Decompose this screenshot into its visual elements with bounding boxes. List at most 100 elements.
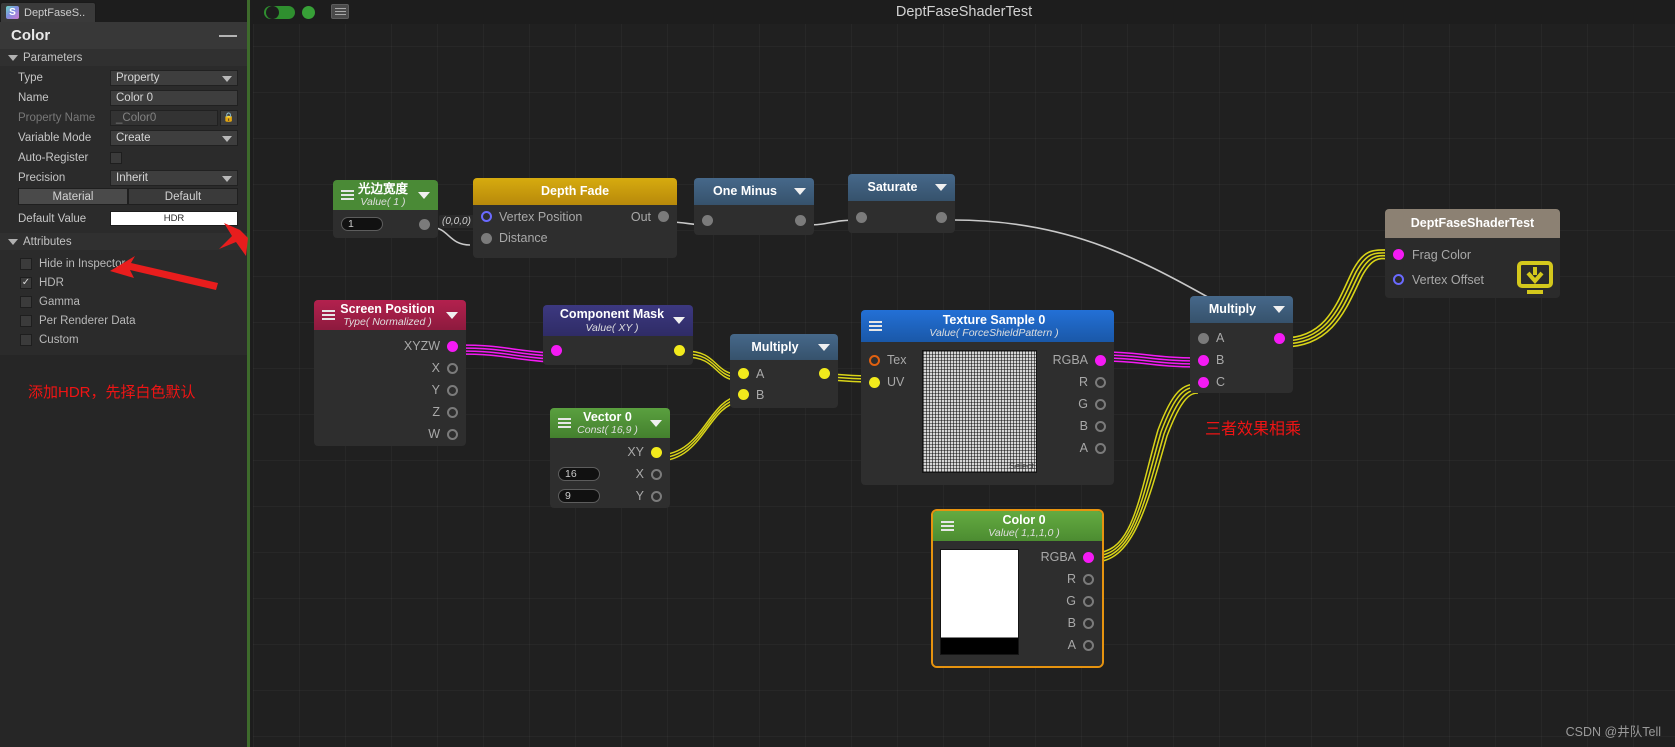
attr-gamma[interactable]: Gamma <box>0 292 247 311</box>
output-port-r[interactable] <box>1083 573 1094 585</box>
node-header[interactable]: Saturate <box>848 174 955 201</box>
chevron-down-icon[interactable] <box>794 188 806 195</box>
node-header[interactable]: Screen Position Type( Normalized ) <box>314 300 466 330</box>
output-port-w[interactable] <box>447 428 458 440</box>
chevron-down-icon[interactable] <box>673 317 685 324</box>
input-port-b[interactable] <box>1198 354 1209 366</box>
node-header[interactable]: Depth Fade <box>473 178 677 205</box>
node-screen-position[interactable]: Screen Position Type( Normalized ) XYZW … <box>314 300 466 446</box>
node-header[interactable]: Multiply <box>730 334 838 360</box>
hamburger-icon[interactable] <box>341 190 354 200</box>
input-port-frag-color[interactable] <box>1393 249 1404 260</box>
node-header[interactable]: Texture Sample 0 Value( ForceShieldPatte… <box>861 310 1114 342</box>
output-port-rgba[interactable] <box>1083 551 1094 563</box>
name-input[interactable]: Color 0 <box>110 89 238 106</box>
attr-hdr[interactable]: ✓ HDR <box>0 273 247 292</box>
type-dropdown[interactable]: Property <box>110 69 238 86</box>
attr-hide-in-inspector[interactable]: Hide in Inspector <box>0 254 247 273</box>
output-port-out[interactable] <box>658 211 669 222</box>
hamburger-icon[interactable] <box>558 418 571 428</box>
output-port-xy[interactable] <box>651 446 662 458</box>
chevron-down-icon[interactable] <box>446 311 458 319</box>
node-header[interactable]: Vector 0 Const( 16,9 ) <box>550 408 670 438</box>
lock-icon[interactable]: 🔒 <box>220 109 238 126</box>
per-renderer-data-checkbox[interactable] <box>20 314 32 327</box>
output-port[interactable] <box>795 214 806 226</box>
vector-x-input[interactable]: 16 <box>558 467 600 481</box>
node-master-deptfaseshadertest[interactable]: DeptFaseShaderTest Frag Color Vertex Off… <box>1385 209 1560 298</box>
node-header[interactable]: 光边宽度 Value( 1 ) <box>333 180 438 210</box>
input-port-c[interactable] <box>1198 376 1209 388</box>
input-port-uv[interactable] <box>869 376 880 388</box>
output-port-r[interactable] <box>1095 376 1106 388</box>
hamburger-icon[interactable] <box>322 310 335 320</box>
input-port[interactable] <box>856 211 867 223</box>
value-input[interactable]: 1 <box>341 217 383 231</box>
output-port[interactable] <box>936 211 947 223</box>
input-port-vertex-position[interactable] <box>481 211 492 222</box>
output-port-rgba[interactable] <box>1095 354 1106 366</box>
attr-per-renderer-data[interactable]: Per Renderer Data <box>0 311 247 330</box>
tab-shader-graph[interactable]: S DeptFaseS.. <box>0 2 97 22</box>
chevron-down-icon[interactable] <box>650 419 662 427</box>
node-color-0[interactable]: Color 0 Value( 1,1,1,0 ) RGBA R G B A <box>931 509 1104 668</box>
output-port-b[interactable] <box>1083 617 1094 629</box>
node-header[interactable]: Color 0 Value( 1,1,1,0 ) <box>933 511 1102 541</box>
output-port[interactable] <box>674 345 685 356</box>
input-port[interactable] <box>702 214 713 226</box>
input-port-b[interactable] <box>738 389 749 400</box>
output-port-xyzw[interactable] <box>447 340 458 352</box>
minimize-icon[interactable] <box>219 34 237 37</box>
output-port-a[interactable] <box>1095 442 1106 454</box>
attr-custom[interactable]: Custom <box>0 330 247 349</box>
node-one-minus[interactable]: One Minus <box>694 178 814 235</box>
graph-canvas[interactable]: DeptFaseShaderTest 光边宽度 Value(1) 1 (0,… <box>253 0 1675 747</box>
tab-material[interactable]: Material <box>18 188 128 205</box>
output-port-a[interactable] <box>1083 639 1094 651</box>
default-color-swatch[interactable]: HDR <box>110 211 238 226</box>
node-light-width[interactable]: 光边宽度 Value( 1 ) 1 <box>333 180 438 238</box>
output-port-x[interactable] <box>447 362 458 374</box>
node-header[interactable]: One Minus <box>694 178 814 205</box>
node-multiply-left[interactable]: Multiply A B <box>730 334 838 408</box>
download-icon[interactable] <box>1514 260 1556 296</box>
node-component-mask[interactable]: Component Mask Value( XY ) <box>543 305 693 365</box>
hamburger-icon[interactable] <box>941 521 954 531</box>
node-multiply-right[interactable]: Multiply A B C <box>1190 296 1293 393</box>
input-port-vertex-offset[interactable] <box>1393 274 1404 285</box>
tab-default[interactable]: Default <box>128 188 238 205</box>
chevron-down-icon[interactable] <box>935 184 947 191</box>
input-port-a[interactable] <box>738 368 749 379</box>
chevron-down-icon[interactable] <box>1273 306 1285 313</box>
output-port-y[interactable] <box>651 490 662 502</box>
chevron-down-icon[interactable] <box>818 343 830 351</box>
texture-preview[interactable]: Select <box>922 350 1037 473</box>
auto-register-checkbox[interactable] <box>110 151 122 164</box>
hamburger-icon[interactable] <box>869 321 882 331</box>
custom-checkbox[interactable] <box>20 333 32 346</box>
property-name-input[interactable]: _Color0 <box>110 109 218 126</box>
output-port-z[interactable] <box>447 406 458 418</box>
output-port[interactable] <box>1274 332 1285 344</box>
input-port-distance[interactable] <box>481 232 492 244</box>
node-header[interactable]: DeptFaseShaderTest <box>1385 209 1560 238</box>
node-header[interactable]: Multiply <box>1190 296 1293 323</box>
chevron-down-icon[interactable] <box>418 191 430 199</box>
input-port-a[interactable] <box>1198 332 1209 344</box>
color-swatch[interactable] <box>940 549 1019 655</box>
hdr-checkbox[interactable]: ✓ <box>20 276 32 289</box>
output-port-g[interactable] <box>1095 398 1106 410</box>
output-port-g[interactable] <box>1083 595 1094 607</box>
node-saturate[interactable]: Saturate <box>848 174 955 233</box>
precision-dropdown[interactable]: Inherit <box>110 169 238 186</box>
output-port-b[interactable] <box>1095 420 1106 432</box>
vector-y-input[interactable]: 9 <box>558 489 600 503</box>
input-port-tex[interactable] <box>869 354 880 366</box>
node-texture-sample-0[interactable]: Texture Sample 0 Value( ForceShieldPatte… <box>861 310 1114 485</box>
variable-mode-dropdown[interactable]: Create <box>110 129 238 146</box>
output-port-y[interactable] <box>447 384 458 396</box>
section-attributes-header[interactable]: Attributes <box>0 233 247 250</box>
gamma-checkbox[interactable] <box>20 295 32 308</box>
output-port[interactable] <box>819 368 830 379</box>
section-parameters-header[interactable]: Parameters <box>0 49 247 66</box>
